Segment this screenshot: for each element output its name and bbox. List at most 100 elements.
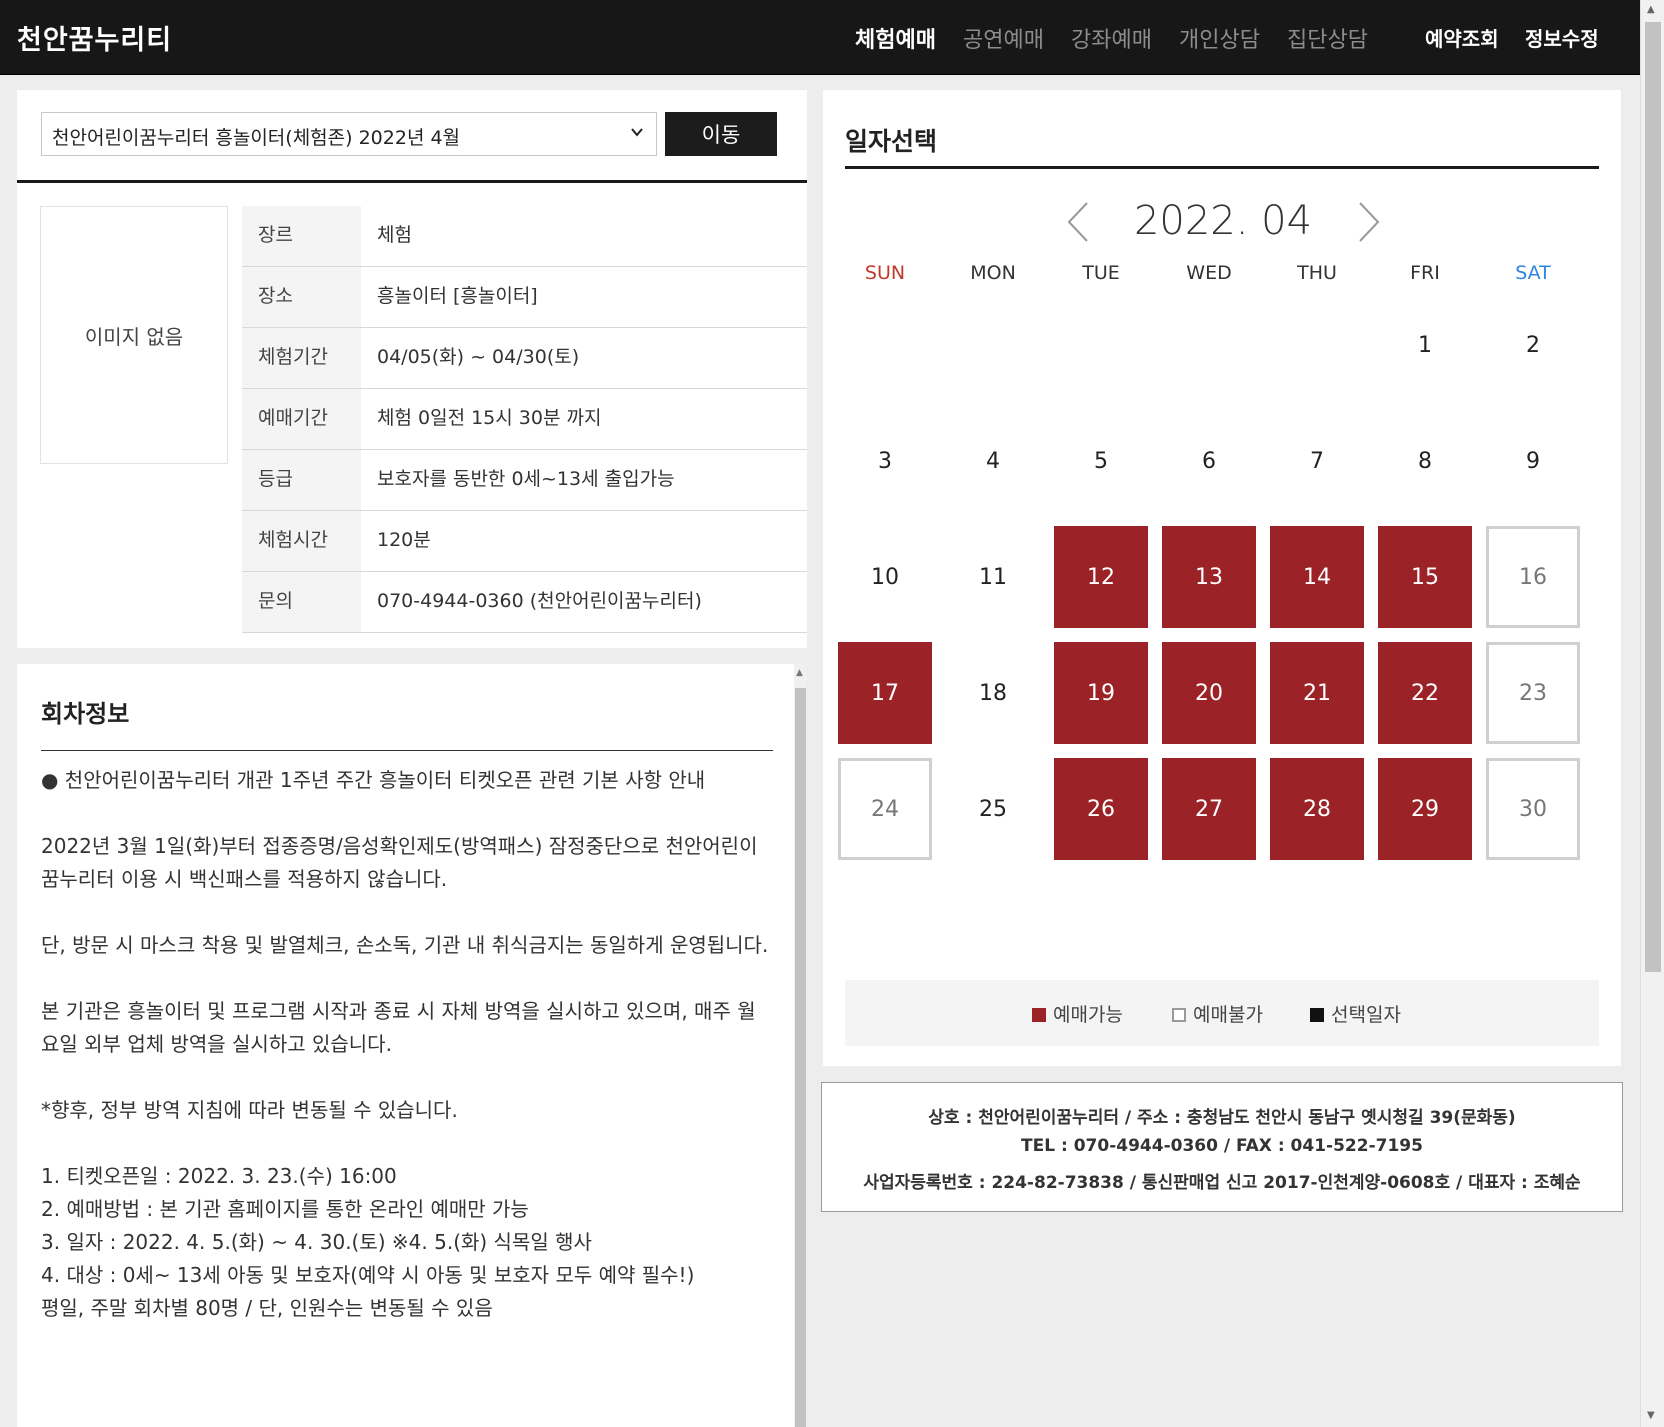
business-info-footer: 상호 : 천안어린이꿈누리터 / 주소 : 충청남도 천안시 동남구 옛시청길 … [821,1082,1623,1212]
calendar-day[interactable]: 20 [1162,642,1256,744]
info-value: 흥놀이터 [흥놀이터] [377,285,538,307]
notice-scrollbar-thumb[interactable] [795,688,806,1427]
notice-item: 4. 대상 : 0세~ 13세 아동 및 보호자(예약 시 아동 및 보호자 모… [41,1263,695,1287]
nav-edit-info[interactable]: 정보수정 [1525,23,1599,52]
legend-available: 예매가능 [1032,1000,1123,1027]
calendar-day: 23 [1486,642,1580,744]
program-info-panel: 천안어린이꿈누리터 흥놀이터(체험존) 2022년 4월 이동 이미지 없음 장… [17,90,807,648]
info-value: 070-4944-0360 (천안어린이꿈누리터) [377,590,702,612]
info-label: 예매기간 [242,389,361,449]
nav-group-counseling[interactable]: 집단상담 [1287,22,1368,54]
calendar-day: 25 [979,796,1007,822]
legend-closed: 예매불가 [1172,1000,1263,1027]
calendar-day-grid: 1 2 3 4 5 6 7 8 9 10 11 12 13 14 15 16 17 18 19 20 21 22 23 24 2… [831,294,1587,894]
info-row-booking-period: 예매기간 체험 0일전 15시 30분 까지 [242,389,807,450]
divider [41,750,773,751]
page-scrollbar-thumb[interactable] [1645,22,1661,972]
legend-closed-label: 예매불가 [1193,1004,1263,1026]
legend-closed-swatch [1172,1008,1186,1022]
calendar-day: 16 [1486,526,1580,628]
calendar-day: 2 [1526,332,1540,358]
nav-experience-booking[interactable]: 체험예매 [855,22,936,54]
chevron-right-icon[interactable] [1356,200,1382,244]
calendar-day[interactable]: 29 [1378,758,1472,860]
weekday-sat: SAT [1515,262,1551,284]
weekday-mon: MON [970,262,1016,284]
notice-item: 3. 일자 : 2022. 4. 5.(화) ~ 4. 30.(토) ※4. 5… [41,1230,592,1254]
info-row-rating: 등급 보호자를 동반한 0세~13세 출입가능 [242,450,807,511]
calendar-day: 8 [1418,448,1432,474]
scroll-up-icon[interactable]: ▲ [796,668,803,678]
notice-paragraph: 본 기관은 흥놀이터 및 프로그램 시작과 종료 시 자체 방역을 실시하고 있… [41,999,756,1056]
calendar-day[interactable]: 28 [1270,758,1364,860]
calendar-day[interactable]: 12 [1054,526,1148,628]
weekday-tue: TUE [1082,262,1120,284]
legend-available-swatch [1032,1008,1046,1022]
calendar-day: 4 [986,448,1000,474]
chevron-down-icon [631,128,643,137]
nav-individual-counseling[interactable]: 개인상담 [1179,22,1260,54]
session-info-panel[interactable]: 회차정보 ● 천안어린이꿈누리터 개관 1주년 주간 흥놀이터 티켓오픈 관련 … [17,664,807,1427]
info-label: 등급 [242,450,361,510]
info-value: 체험 0일전 15시 30분 까지 [377,407,602,429]
calendar-day[interactable]: 15 [1378,526,1472,628]
info-row-period: 체험기간 04/05(화) ~ 04/30(토) [242,328,807,389]
calendar-day[interactable]: 13 [1162,526,1256,628]
calendar-day: 9 [1526,448,1540,474]
info-value: 120분 [377,529,431,551]
calendar-day[interactable]: 19 [1054,642,1148,744]
calendar-day[interactable]: 22 [1378,642,1472,744]
info-label: 문의 [242,572,361,632]
info-label: 장소 [242,267,361,327]
calendar-day: 10 [871,564,899,590]
date-select-panel: 일자선택 2022. 04 SUN MON TUE WED THU FRI SA… [823,90,1621,1066]
chevron-left-icon[interactable] [1065,200,1091,244]
scroll-down-icon[interactable]: ▼ [1647,1410,1655,1421]
nav-lecture-booking[interactable]: 강좌예매 [1071,22,1152,54]
program-select[interactable]: 천안어린이꿈누리터 흥놀이터(체험존) 2022년 4월 [41,112,657,156]
nav-reservation-lookup[interactable]: 예약조회 [1425,23,1499,52]
info-row-duration: 체험시간 120분 [242,511,807,572]
site-logo[interactable]: 천안꿈누리티 [17,18,172,57]
calendar-day: 18 [979,680,1007,706]
legend-available-label: 예매가능 [1053,1004,1123,1026]
calendar-day[interactable]: 14 [1270,526,1364,628]
info-row-genre: 장르 체험 [242,206,807,267]
calendar-month-label: 2022. 04 [1133,198,1313,244]
info-row-place: 장소 흥놀이터 [흥놀이터] [242,267,807,328]
footer-address: 상호 : 천안어린이꿈누리터 / 주소 : 충청남도 천안시 동남구 옛시청길 … [928,1108,1516,1128]
info-row-contact: 문의 070-4944-0360 (천안어린이꿈누리터) [242,572,807,633]
calendar-day: 30 [1486,758,1580,860]
page-scrollbar[interactable]: ▲ ▼ [1640,0,1664,1427]
program-info-table: 장르 체험 장소 흥놀이터 [흥놀이터] 체험기간 04/05(화) ~ 04/… [242,206,807,633]
calendar-day: 6 [1202,448,1216,474]
info-value: 체험 [377,224,412,246]
calendar-day: 1 [1418,332,1432,358]
notice-paragraph: *향후, 정부 방역 지침에 따라 변동될 수 있습니다. [41,1098,458,1122]
session-info-title: 회차정보 [41,700,130,728]
weekday-wed: WED [1186,262,1232,284]
weekday-header: SUN MON TUE WED THU FRI SAT [831,262,1587,292]
weekday-thu: THU [1297,262,1337,284]
footer-registration: 사업자등록번호 : 224-82-73838 / 통신판매업 신고 2017-인… [863,1173,1581,1193]
footer-contact: TEL : 070-4944-0360 / FAX : 041-522-7195 [1021,1136,1423,1156]
calendar-day[interactable]: 26 [1054,758,1148,860]
calendar-day[interactable]: 17 [838,642,932,744]
calendar-day: 5 [1094,448,1108,474]
info-value: 보호자를 동반한 0세~13세 출입가능 [377,468,675,490]
scroll-up-icon[interactable]: ▲ [1647,4,1655,15]
top-header: 천안꿈누리티 체험예매 공연예매 강좌예매 개인상담 집단상담 예약조회 정보수… [0,0,1640,75]
calendar-day[interactable]: 27 [1162,758,1256,860]
weekday-sun: SUN [864,262,906,284]
notice-scrollbar[interactable]: ▲ [794,664,807,1427]
info-label: 체험기간 [242,328,361,388]
calendar-day[interactable]: 21 [1270,642,1364,744]
weekday-fri: FRI [1410,262,1440,284]
go-button[interactable]: 이동 [665,112,777,156]
notice-item: 2. 예매방법 : 본 기관 홈페이지를 통한 온라인 예매만 가능 [41,1197,529,1221]
calendar-day: 7 [1310,448,1324,474]
date-select-title: 일자선택 [845,127,938,156]
notice-item: 1. 티켓오픈일 : 2022. 3. 23.(수) 16:00 [41,1164,397,1188]
nav-performance-booking[interactable]: 공연예매 [963,22,1044,54]
program-image-placeholder: 이미지 없음 [40,206,228,464]
